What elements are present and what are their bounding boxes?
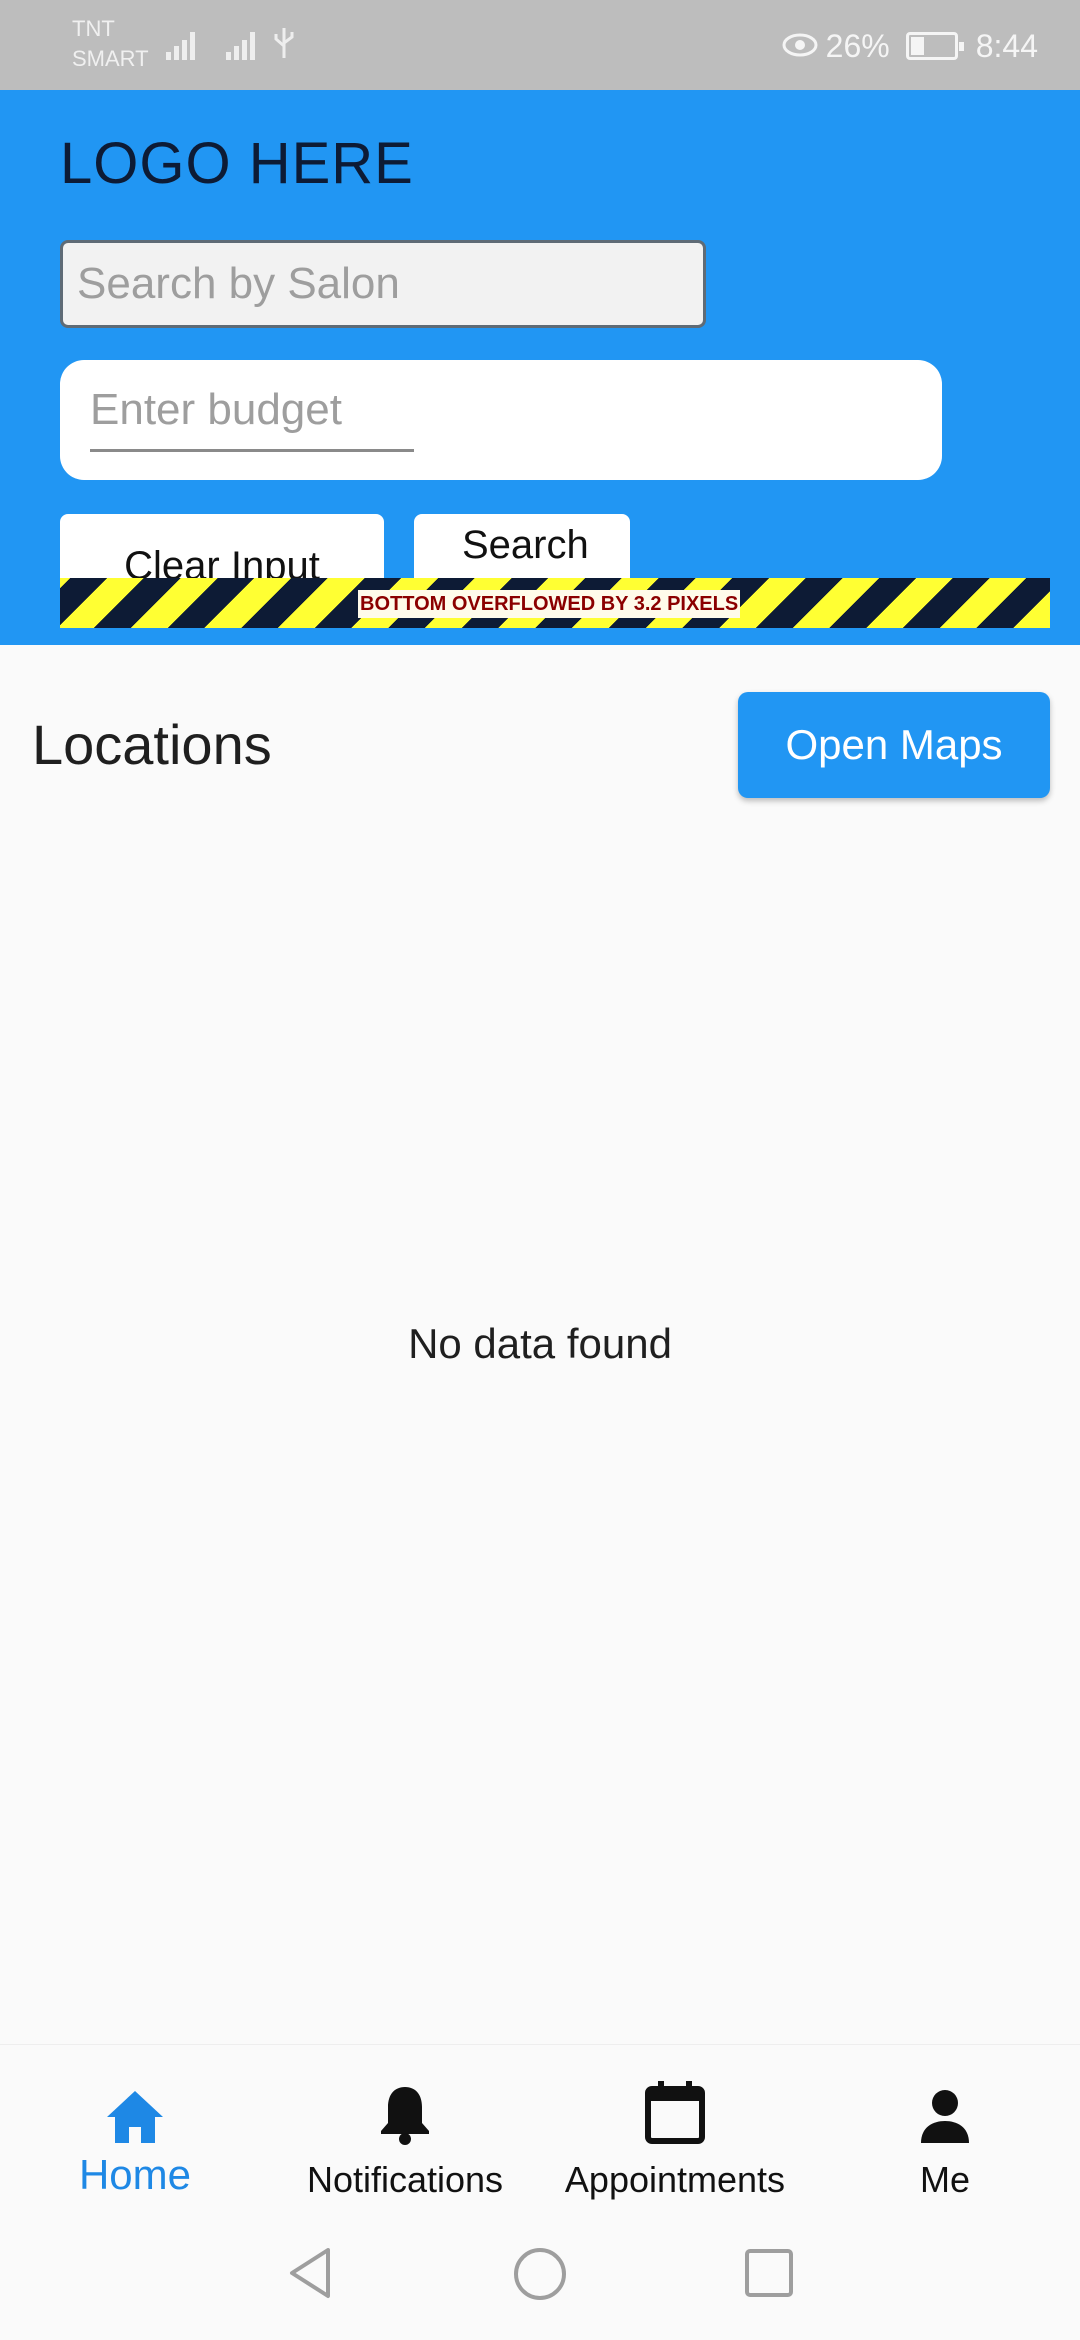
usb-icon bbox=[272, 26, 296, 69]
back-icon[interactable] bbox=[286, 2246, 334, 2300]
carrier-label: TNT SMART bbox=[72, 16, 149, 71]
overflow-warning-label: BOTTOM OVERFLOWED BY 3.2 PIXELS bbox=[358, 590, 741, 618]
budget-card: Enter budget bbox=[60, 360, 942, 480]
eye-icon bbox=[782, 28, 818, 65]
budget-input[interactable]: Enter budget bbox=[90, 382, 414, 452]
nav-label-notifications: Notifications bbox=[306, 2159, 504, 2200]
person-icon bbox=[810, 2073, 1080, 2145]
nav-item-me[interactable]: Me bbox=[810, 2073, 1080, 2201]
nav-label-appointments: Appointments bbox=[564, 2159, 786, 2200]
search-salon-input[interactable]: Search by Salon bbox=[60, 240, 706, 328]
nav-item-appointments[interactable]: Appointments bbox=[540, 2073, 810, 2201]
home-icon bbox=[0, 2073, 270, 2145]
open-maps-button[interactable]: Open Maps bbox=[738, 692, 1050, 798]
nav-item-home[interactable]: Home bbox=[0, 2073, 270, 2199]
bell-icon bbox=[270, 2073, 540, 2145]
signal-icon bbox=[226, 30, 260, 60]
header: LOGO HERE Search by Salon Enter budget C… bbox=[0, 90, 1080, 645]
logo: LOGO HERE bbox=[60, 131, 414, 196]
bottom-nav: Home Notifications Appointments Me bbox=[0, 2044, 1080, 2214]
status-bar: TNT SMART 26% 8:44 bbox=[0, 0, 1080, 90]
system-nav-bar bbox=[0, 2214, 1080, 2340]
home-circle-icon[interactable] bbox=[512, 2246, 568, 2302]
battery-percent: 26% bbox=[825, 27, 890, 64]
signal-icon bbox=[166, 30, 200, 60]
empty-message: No data found bbox=[408, 1320, 672, 1367]
section-title: Locations bbox=[32, 713, 272, 776]
battery-charging-icon bbox=[905, 32, 964, 60]
calendar-icon bbox=[540, 2073, 810, 2145]
nav-item-notifications[interactable]: Notifications bbox=[270, 2073, 540, 2201]
overflow-warning-bar: BOTTOM OVERFLOWED BY 3.2 PIXELS bbox=[60, 578, 1050, 628]
recents-icon[interactable] bbox=[744, 2248, 794, 2298]
status-right: 26% 8:44 bbox=[782, 22, 1038, 70]
nav-label-home: Home bbox=[78, 2151, 192, 2198]
clock: 8:44 bbox=[975, 27, 1038, 64]
nav-label-me: Me bbox=[919, 2159, 970, 2200]
